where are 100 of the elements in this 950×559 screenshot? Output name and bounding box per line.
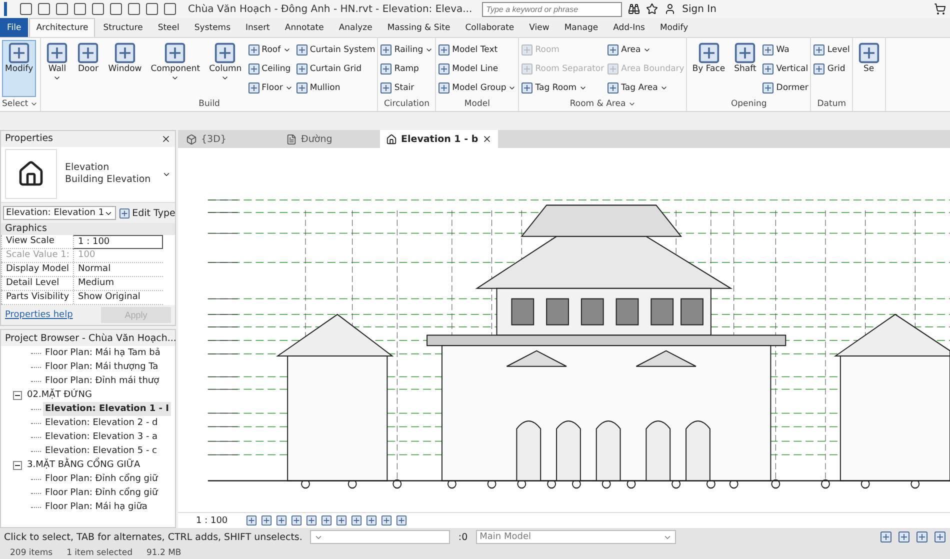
ribbon-tab[interactable]: Manage — [557, 18, 606, 37]
collapse-icon[interactable] — [13, 460, 22, 470]
ribbon-button[interactable]: Se — [854, 40, 883, 111]
ribbon-button[interactable]: Shaft — [731, 40, 760, 97]
ribbon-button[interactable]: Modify — [2, 40, 36, 97]
panel-title[interactable]: Select — [2, 97, 38, 111]
group-header[interactable]: Graphics — [1, 222, 175, 236]
cart-icon[interactable] — [934, 3, 946, 15]
ribbon-tab[interactable]: Systems — [187, 18, 238, 37]
ribbon-tool[interactable]: Model Line — [438, 60, 516, 77]
ribbon-tool[interactable]: Grid — [813, 60, 850, 77]
ribbon-tool[interactable]: Dormer — [762, 79, 808, 96]
property-value[interactable]: Medium — [73, 277, 163, 290]
panel-title: Properties — [5, 133, 54, 144]
tree-item[interactable]: Floor Plan: Mái thượng Ta — [43, 360, 160, 374]
status-message: Click to select, TAB for alternates, CTRL adds, SHIFT unselects. — [4, 532, 302, 542]
toolbar-icon[interactable] — [164, 3, 176, 15]
ribbon-tool[interactable]: Roof — [248, 41, 293, 58]
ribbon-button[interactable]: By Face — [689, 40, 728, 97]
tool-icon — [607, 62, 620, 74]
view-scale[interactable]: 1 : 100 — [196, 516, 228, 526]
file-menu-tab[interactable]: File — [0, 18, 28, 37]
toolbar-icon[interactable] — [74, 3, 86, 15]
ribbon-tab[interactable]: Add-Ins — [606, 18, 652, 37]
ribbon-button[interactable]: Door — [74, 40, 102, 97]
ribbon-button[interactable]: Column — [206, 40, 245, 97]
ribbon-tool[interactable]: Tag Area — [607, 79, 684, 96]
ribbon-tool[interactable]: Tag Room — [521, 79, 604, 96]
toolbar-icon[interactable] — [110, 3, 122, 15]
property-value[interactable]: Show Original — [73, 291, 163, 304]
ribbon-tool[interactable]: Wa — [762, 41, 808, 58]
tree-item[interactable]: Elevation: Elevation 2 - d — [43, 416, 160, 430]
tree-item[interactable]: Elevation: Elevation 1 - I — [43, 402, 171, 416]
property-value[interactable]: Normal — [73, 263, 163, 276]
sign-in-link[interactable]: Sign In — [682, 4, 716, 14]
tree-item[interactable]: Floor Plan: Mái hạ giữa — [43, 500, 150, 514]
user-icon[interactable] — [664, 3, 676, 15]
ribbon-tool[interactable]: Model Group — [438, 79, 516, 96]
model-dropdown[interactable]: Main Model — [476, 530, 676, 544]
ribbon-button[interactable]: Wall — [43, 40, 72, 97]
ribbon-tool[interactable]: Ramp — [380, 60, 434, 77]
toolbar-icon[interactable] — [146, 3, 158, 15]
ribbon-tool[interactable]: Curtain Grid — [296, 60, 376, 77]
ribbon-tool[interactable]: Ceiling — [248, 60, 293, 77]
binoculars-icon[interactable] — [628, 3, 640, 15]
tree-item[interactable]: 3.MẶT BẰNG CỔNG GIỮA — [25, 458, 142, 472]
ribbon-tab[interactable]: Structure — [96, 18, 150, 37]
tree-item[interactable]: Floor Plan: Mái hạ Tam bả — [43, 346, 162, 360]
ribbon-tool[interactable]: Curtain System — [296, 41, 376, 58]
collapse-icon[interactable] — [13, 390, 22, 400]
drawing-canvas[interactable] — [178, 148, 950, 512]
tool-icon — [214, 42, 236, 64]
toolbar-icon[interactable] — [38, 3, 50, 15]
toolbar-icon[interactable] — [20, 3, 32, 15]
ribbon-tool[interactable]: Stair — [380, 79, 434, 96]
tree-item[interactable]: 02.MẶT ĐỨNG — [25, 388, 94, 402]
ribbon-tab[interactable]: Insert — [238, 18, 277, 37]
document-tab[interactable]: Đường — [280, 130, 380, 148]
ribbon-tab[interactable]: Modify — [652, 18, 696, 37]
star-icon[interactable] — [646, 3, 658, 15]
search-field[interactable]: Type a keyword or phrase — [482, 2, 622, 16]
ribbon-tool[interactable]: Level — [813, 41, 850, 58]
ribbon-tab[interactable]: Annotate — [278, 18, 331, 37]
ribbon-button[interactable]: Window — [105, 40, 145, 97]
document-tab[interactable]: Elevation 1 - b — [380, 130, 498, 148]
tool-icon — [248, 82, 260, 94]
ribbon-tool[interactable]: Vertical — [762, 60, 808, 77]
tool-icon — [521, 44, 534, 56]
edit-type-button[interactable]: Edit Type — [119, 208, 176, 219]
ribbon-tab[interactable]: Steel — [150, 18, 186, 37]
tree-item[interactable]: Elevation: Elevation 3 - a — [43, 430, 160, 444]
toolbar-icon[interactable] — [128, 3, 140, 15]
panel-title: Build — [198, 98, 221, 111]
ribbon-button[interactable]: Component — [148, 40, 204, 97]
toolbar-icon[interactable] — [56, 3, 68, 15]
toolbar-icon[interactable] — [92, 3, 104, 15]
close-icon[interactable] — [482, 134, 492, 144]
ribbon-tool[interactable]: Floor — [248, 79, 293, 96]
ribbon-tool[interactable]: Area — [607, 41, 684, 58]
ribbon-tool[interactable]: Railing — [380, 41, 434, 58]
tool-icon — [607, 82, 620, 94]
document-tab[interactable]: {3D} — [180, 130, 280, 148]
house-icon — [386, 134, 397, 144]
tree-item[interactable]: Floor Plan: Đỉnh mái thượ — [43, 374, 162, 388]
property-value[interactable]: 1 : 100 — [73, 235, 163, 250]
instance-dropdown[interactable]: Elevation: Elevation 1 — [3, 206, 116, 220]
ribbon-tab[interactable]: Architecture — [29, 18, 96, 37]
properties-help-link[interactable]: Properties help — [5, 310, 73, 320]
tool-icon — [380, 44, 392, 56]
ribbon-tab[interactable]: View — [522, 18, 556, 37]
close-icon[interactable] — [161, 134, 171, 144]
tree-item[interactable]: Floor Plan: Đỉnh cổng giữ — [43, 472, 160, 486]
panel-title[interactable]: Room & Area — [521, 97, 684, 111]
tree-item[interactable]: Elevation: Elevation 5 - c — [43, 444, 160, 458]
ribbon-tool[interactable]: Mullion — [296, 79, 376, 96]
ribbon-tab[interactable]: Analyze — [332, 18, 380, 37]
ribbon-tab[interactable]: Massing & Site — [380, 18, 458, 37]
ribbon-tool[interactable]: Model Text — [438, 41, 516, 58]
tree-item[interactable]: Floor Plan: Đỉnh cổng giữ — [43, 486, 160, 500]
ribbon-tab[interactable]: Collaborate — [458, 18, 522, 37]
